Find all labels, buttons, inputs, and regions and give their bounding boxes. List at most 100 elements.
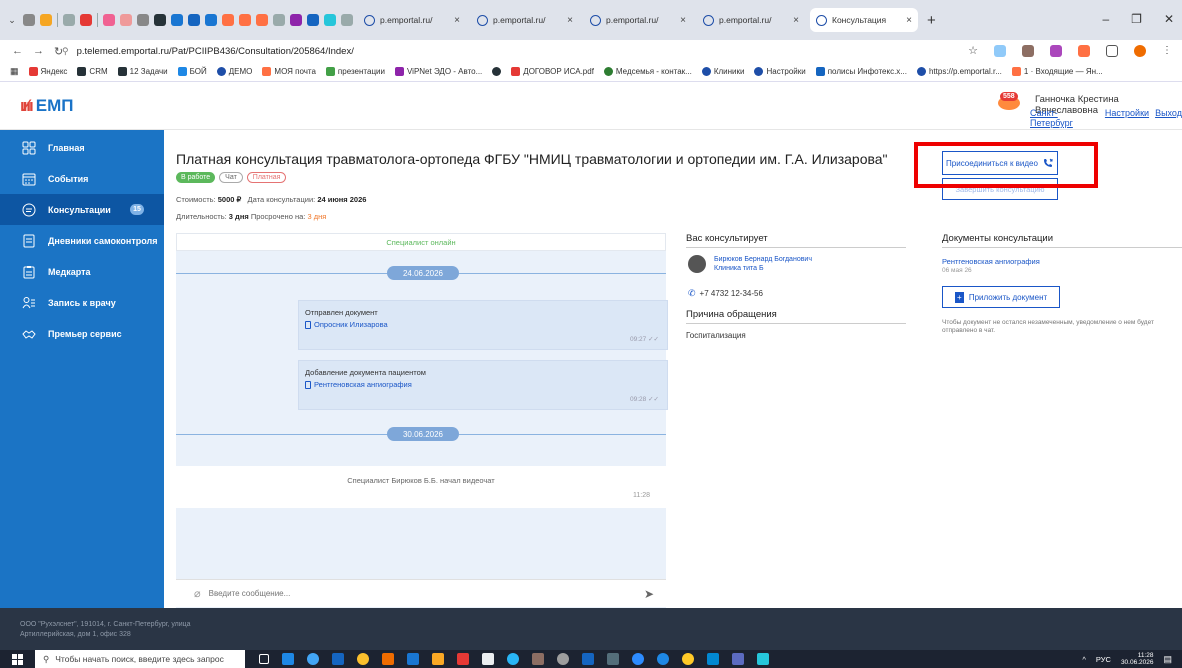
pinned-tab-icon[interactable] [137, 14, 149, 26]
app-icon[interactable] [307, 653, 319, 665]
browser-tab[interactable]: p.emportal.ru/× [471, 8, 579, 32]
app-icon[interactable] [457, 653, 469, 665]
notification-center-icon[interactable]: ▤ [1163, 654, 1172, 665]
pinned-tab-icon[interactable] [222, 14, 234, 26]
taskbar-search[interactable]: ⚲ Чтобы начать поиск, введите здесь запр… [35, 650, 245, 668]
pinned-tab-icon[interactable] [290, 14, 302, 26]
profile-avatar-icon[interactable] [1134, 44, 1146, 57]
sidebar-item-consultations[interactable]: Консультации 15 [0, 194, 164, 225]
document-link[interactable]: Рентгеновская ангиография [305, 380, 412, 389]
restore-icon[interactable]: ❐ [1131, 12, 1142, 26]
bookmark[interactable]: БОЙ [177, 67, 207, 76]
tab-search-icon[interactable]: ⌄ [6, 15, 18, 26]
bookmark[interactable]: ДЕМО [216, 67, 252, 76]
app-icon[interactable] [332, 653, 344, 665]
pinned-tab-icon[interactable] [171, 14, 183, 26]
sidebar-item-events[interactable]: События [0, 163, 164, 194]
attach-document-button[interactable]: + Приложить документ [942, 286, 1060, 308]
close-tab-icon[interactable]: × [906, 15, 912, 26]
attach-paperclip-icon[interactable]: ⌀ [194, 587, 201, 600]
menu-kebab-icon[interactable]: ⋮ [1162, 45, 1172, 56]
city-link[interactable]: Санкт-Петербург [1030, 108, 1099, 128]
bookmark[interactable]: Яндекс [28, 67, 67, 76]
pinned-tab-icon[interactable] [307, 14, 319, 26]
pinned-tab-icon[interactable] [103, 14, 115, 26]
bookmark[interactable]: 12 Задачи [117, 67, 168, 76]
extension-icon[interactable] [1022, 44, 1034, 57]
browser-tab[interactable]: p.emportal.ru/× [358, 8, 466, 32]
chat-panel[interactable]: Специалист онлайн 24.06.2026 Отправлен д… [176, 233, 668, 608]
language-indicator[interactable]: РУС [1096, 655, 1111, 664]
bookmark[interactable]: 1 · Входящие — Ян... [1011, 67, 1103, 76]
back-icon[interactable]: ← [12, 45, 23, 57]
app-icon[interactable] [282, 653, 294, 665]
send-icon[interactable]: ➤ [644, 587, 654, 601]
app-icon[interactable] [707, 653, 719, 665]
new-tab-button[interactable]: + [927, 12, 936, 29]
taskbar-clock[interactable]: 11:28 30.06.2026 [1121, 652, 1154, 666]
message-input[interactable] [208, 589, 629, 598]
close-tab-icon[interactable]: × [454, 15, 460, 26]
bookmark[interactable]: Клиники [701, 67, 744, 76]
app-icon[interactable] [682, 653, 694, 665]
app-icon[interactable] [532, 653, 544, 665]
app-icon[interactable] [382, 653, 394, 665]
sidebar-item-appointment[interactable]: Запись к врачу [0, 287, 164, 318]
chrome-icon[interactable] [357, 653, 369, 665]
sidebar-item-medcard[interactable]: Медкарта [0, 256, 164, 287]
extension-icon[interactable] [1078, 44, 1090, 57]
sidebar-item-diaries[interactable]: Дневники самоконтроля [0, 225, 164, 256]
outlook-icon[interactable] [407, 653, 419, 665]
windows-start-icon[interactable] [12, 653, 23, 665]
browser-tab[interactable]: p.emportal.ru/× [697, 8, 805, 32]
app-icon[interactable] [507, 653, 519, 665]
pinned-tab-icon[interactable] [341, 14, 353, 26]
bookmark-star-icon[interactable]: ☆ [968, 44, 978, 57]
close-tab-icon[interactable]: × [680, 15, 686, 26]
apps-grid-icon[interactable]: ▦ [10, 66, 19, 77]
notifications-button[interactable]: 558 [998, 92, 1022, 110]
bookmark[interactable]: ViPNet ЭДО - Авто... [394, 67, 482, 76]
app-icon[interactable] [482, 653, 494, 665]
pinned-tab-icon[interactable] [239, 14, 251, 26]
settings-icon[interactable] [557, 653, 569, 665]
forward-icon[interactable]: → [33, 45, 44, 57]
pinned-tab-icon[interactable] [188, 14, 200, 26]
app-icon[interactable] [732, 653, 744, 665]
pinned-tab-icon[interactable] [324, 14, 336, 26]
bookmark[interactable]: Медсемья - контак... [603, 67, 692, 76]
bookmark[interactable] [492, 67, 502, 76]
sidebar-item-home[interactable]: Главная [0, 132, 164, 163]
close-window-icon[interactable]: ✕ [1164, 12, 1174, 26]
pinned-tab-icon[interactable] [63, 14, 75, 26]
pinned-tab-icon[interactable] [80, 14, 92, 26]
task-view-icon[interactable] [259, 654, 269, 664]
pinned-tab-icon[interactable] [120, 14, 132, 26]
clinic-link[interactable]: Клиника тита Б [714, 265, 764, 272]
pinned-tab-icon[interactable] [256, 14, 268, 26]
bookmark[interactable]: CRM [77, 67, 108, 76]
site-settings-icon[interactable]: ⚲ [62, 46, 69, 57]
close-tab-icon[interactable]: × [567, 15, 573, 26]
pinned-tab-icon[interactable] [273, 14, 285, 26]
end-consultation-button[interactable]: Завершить консультацию [942, 178, 1058, 200]
close-tab-icon[interactable]: × [793, 15, 799, 26]
browser-tab[interactable]: p.emportal.ru/× [584, 8, 692, 32]
document-link[interactable]: Рентгеновская ангиография [942, 257, 1040, 266]
minimize-icon[interactable]: – [1102, 12, 1109, 26]
pinned-tab-icon[interactable] [154, 14, 166, 26]
pinned-tab-icon[interactable] [23, 14, 35, 26]
settings-link[interactable]: Настройки [1105, 108, 1149, 128]
pinned-tab-icon[interactable] [205, 14, 217, 26]
sidebar-item-premier[interactable]: Премьер сервис [0, 318, 164, 349]
app-icon[interactable] [607, 653, 619, 665]
app-icon[interactable] [757, 653, 769, 665]
zoom-icon[interactable] [632, 653, 644, 665]
logout-link[interactable]: Выход [1155, 108, 1182, 128]
extensions-puzzle-icon[interactable] [1106, 44, 1118, 57]
word-icon[interactable] [582, 653, 594, 665]
app-icon[interactable] [432, 653, 444, 665]
bookmark[interactable]: МОЯ почта [262, 67, 316, 76]
bookmark[interactable]: https://p.emportal.r... [916, 67, 1002, 76]
bookmark[interactable]: Настройки [754, 67, 806, 76]
